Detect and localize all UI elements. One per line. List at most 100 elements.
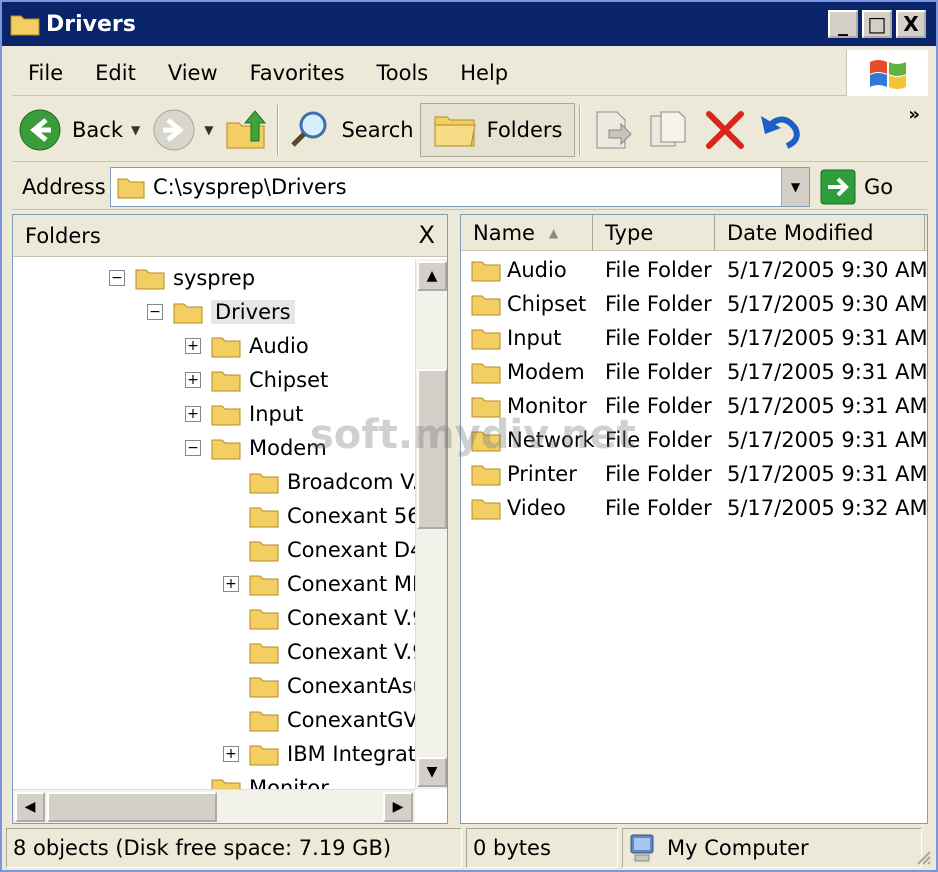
status-location-label: My Computer [667, 836, 809, 860]
address-bar: Address C:\sysprep\Drivers ▼ Go [12, 164, 928, 210]
delete-icon [706, 110, 745, 149]
column-type[interactable]: Type [593, 215, 715, 251]
tree-item[interactable]: + IBM Integrate [223, 737, 415, 771]
menu-file[interactable]: File [12, 61, 79, 85]
file-name: Audio [507, 258, 567, 282]
maximize-button[interactable]: □ [862, 10, 892, 38]
move-to-icon [596, 111, 633, 148]
forward-dropdown-icon[interactable]: ▼ [204, 123, 213, 137]
column-date-label: Date Modified [727, 221, 874, 245]
search-label: Search [341, 117, 414, 142]
file-name: Input [507, 326, 562, 350]
expand-icon[interactable]: + [185, 372, 201, 388]
back-button[interactable]: Back ▼ [12, 102, 146, 158]
menu-tools[interactable]: Tools [361, 61, 445, 85]
column-name[interactable]: Name ▲ [461, 215, 593, 251]
tree-item[interactable]: Conexant 56 [223, 499, 415, 533]
scroll-down-icon[interactable]: ▼ [417, 757, 447, 787]
copy-to-button[interactable] [641, 102, 697, 158]
folders-label: Folders [486, 117, 563, 142]
expand-icon[interactable]: + [185, 338, 201, 354]
back-dropdown-icon[interactable]: ▼ [131, 123, 140, 137]
file-row[interactable]: Video File Folder 5/17/2005 9:32 AM [461, 491, 927, 525]
file-name-cell: Chipset [471, 292, 586, 316]
tree-item[interactable]: Monitor [185, 771, 329, 789]
scroll-left-icon[interactable]: ◀ [15, 792, 45, 822]
tree-item[interactable]: + Chipset [185, 363, 328, 397]
expand-icon[interactable]: + [185, 406, 201, 422]
forward-button[interactable]: ▼ [146, 102, 219, 158]
tree-item[interactable]: + Conexant MD [223, 567, 415, 601]
folder-icon [173, 303, 203, 324]
collapse-icon[interactable]: − [185, 440, 201, 456]
menu-edit[interactable]: Edit [79, 61, 152, 85]
folders-button[interactable]: Folders [419, 102, 576, 157]
minimize-button[interactable]: _ [828, 10, 858, 38]
file-row[interactable]: Audio File Folder 5/17/2005 9:30 AM [461, 253, 927, 287]
folder-icon [117, 178, 145, 198]
collapse-icon[interactable]: − [147, 304, 163, 320]
my-computer-icon [630, 834, 654, 862]
tree-horizontal-scrollbar[interactable]: ◀ ▶ [13, 789, 415, 823]
status-objects: 8 objects (Disk free space: 7.19 GB) [6, 828, 462, 868]
folders-pane-close-icon[interactable]: X [419, 221, 435, 249]
tree-item[interactable]: − Modem [185, 431, 327, 465]
tree-item-label: Conexant MD [287, 572, 415, 596]
go-button[interactable]: Go [820, 169, 893, 205]
up-folder-button[interactable] [219, 102, 273, 158]
search-icon [291, 111, 327, 147]
file-date-modified: 5/17/2005 9:32 AM [727, 496, 928, 520]
menu-view[interactable]: View [152, 61, 234, 85]
tree-item[interactable]: ConexantAsu [223, 669, 415, 703]
folder-icon [471, 499, 501, 520]
toolbar-chevron-icon[interactable]: » [908, 104, 920, 125]
column-date-modified[interactable]: Date Modified [715, 215, 925, 251]
tree-item[interactable]: ConexantGVC [223, 703, 415, 737]
address-input[interactable]: C:\sysprep\Drivers ▼ [110, 166, 810, 207]
folder-icon [211, 405, 241, 426]
search-button[interactable]: Search [283, 102, 419, 158]
file-name-cell: Audio [471, 258, 567, 282]
tree-item[interactable]: Conexant V.9 [223, 601, 415, 635]
tree-item[interactable]: Conexant V.9 [223, 635, 415, 669]
file-row[interactable]: Chipset File Folder 5/17/2005 9:30 AM [461, 287, 927, 321]
collapse-icon[interactable]: − [109, 270, 125, 286]
file-date-modified: 5/17/2005 9:30 AM [727, 258, 928, 282]
expand-icon[interactable]: + [223, 746, 239, 762]
resize-grip-icon[interactable] [912, 846, 932, 866]
tree-item[interactable]: − Drivers [147, 295, 295, 329]
tree-item[interactable]: Broadcom V.9 [223, 465, 415, 499]
delete-button[interactable] [697, 102, 753, 158]
tree-item-label: Audio [249, 334, 309, 358]
tree-vertical-scrollbar[interactable]: ▲ ▼ [415, 259, 447, 789]
forward-arrow-icon [153, 109, 195, 150]
address-label: Address [22, 174, 106, 199]
menu-help[interactable]: Help [444, 61, 524, 85]
scroll-up-icon[interactable]: ▲ [417, 261, 447, 291]
title-bar[interactable]: Drivers _ □ X [2, 2, 936, 46]
folder-icon [10, 15, 40, 36]
file-row[interactable]: Input File Folder 5/17/2005 9:31 AM [461, 321, 927, 355]
tree-item[interactable]: + Audio [185, 329, 309, 363]
scroll-right-icon[interactable]: ▶ [383, 792, 413, 822]
close-button[interactable]: X [896, 10, 926, 38]
up-folder-icon [226, 109, 267, 148]
folder-icon [249, 643, 279, 664]
tree-item[interactable]: − sysprep [109, 261, 255, 295]
expand-icon[interactable]: + [223, 576, 239, 592]
tree-item[interactable]: + Input [185, 397, 303, 431]
move-to-button[interactable] [585, 102, 641, 158]
tree-item-label: Input [249, 402, 304, 426]
folders-icon [434, 116, 476, 146]
file-name-cell: Input [471, 326, 561, 350]
file-date-modified: 5/17/2005 9:31 AM [727, 428, 928, 452]
folder-icon [471, 329, 501, 350]
address-dropdown-icon[interactable]: ▼ [781, 167, 809, 206]
toolbar-separator [277, 104, 280, 155]
undo-button[interactable] [753, 102, 809, 158]
scroll-thumb[interactable] [47, 792, 217, 822]
file-row[interactable]: Printer File Folder 5/17/2005 9:31 AM [461, 457, 927, 491]
file-row[interactable]: Modem File Folder 5/17/2005 9:31 AM [461, 355, 927, 389]
menu-favorites[interactable]: Favorites [234, 61, 361, 85]
tree-item[interactable]: Conexant D4 [223, 533, 415, 567]
